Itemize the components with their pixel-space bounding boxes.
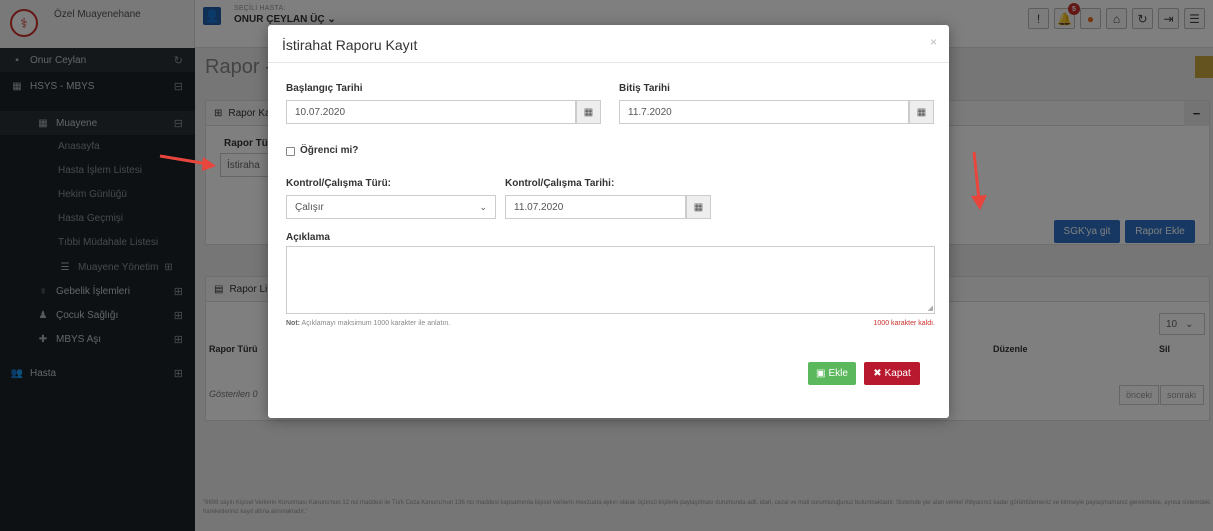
control-type-select[interactable]: Çalışır ⌄ [286,195,496,219]
note-prefix: Not: [286,320,300,327]
calendar-icon: ▦ [583,106,594,118]
description-note: Not: Açıklamayı maksimum 1000 karakter i… [286,320,450,327]
chevron-down-icon: ⌄ [479,202,487,212]
description-textarea[interactable]: ◢ [286,246,935,314]
calendar-icon: ▦ [916,106,927,118]
modal-title: İstirahat Raporu Kayıt [282,37,418,53]
end-date-label: Bitiş Tarihi [619,83,670,94]
control-date-calendar-button[interactable]: ▦ [686,195,711,219]
calendar-icon: ▦ [693,201,704,213]
close-icon[interactable]: × [930,35,937,49]
chars-left-counter: 1000 karakter kaldı. [873,320,935,327]
save-icon: ▣ [816,368,826,379]
student-checkbox[interactable] [286,147,295,156]
resize-handle-icon[interactable]: ◢ [928,304,933,312]
modal-header: İstirahat Raporu Kayıt × [268,25,949,63]
rest-report-modal: İstirahat Raporu Kayıt × Başlangıç Tarih… [268,25,949,418]
start-date-label: Başlangıç Tarihi [286,83,363,94]
close-icon: ✖ [873,368,882,379]
start-date-input[interactable]: 10.07.2020 [286,100,576,124]
description-label: Açıklama [286,232,330,243]
close-button[interactable]: ✖ Kapat [864,362,920,385]
annotation-arrow-left [159,154,216,171]
student-label: Öğrenci mi? [300,145,359,156]
close-button-label: Kapat [884,368,911,379]
end-date-input[interactable]: 11.7.2020 [619,100,909,124]
note-text: Açıklamayı maksimum 1000 karakter ile an… [300,320,451,327]
control-date-input[interactable]: 11.07.2020 [505,195,686,219]
annotation-arrow-right [971,151,987,210]
start-date-calendar-button[interactable]: ▦ [576,100,601,124]
add-button-label: Ekle [828,368,848,379]
control-date-label: Kontrol/Çalışma Tarihi: [505,178,615,189]
end-date-calendar-button[interactable]: ▦ [909,100,934,124]
add-button[interactable]: ▣ Ekle [808,362,856,385]
control-type-label: Kontrol/Çalışma Türü: [286,178,392,189]
control-type-value: Çalışır [295,201,324,213]
